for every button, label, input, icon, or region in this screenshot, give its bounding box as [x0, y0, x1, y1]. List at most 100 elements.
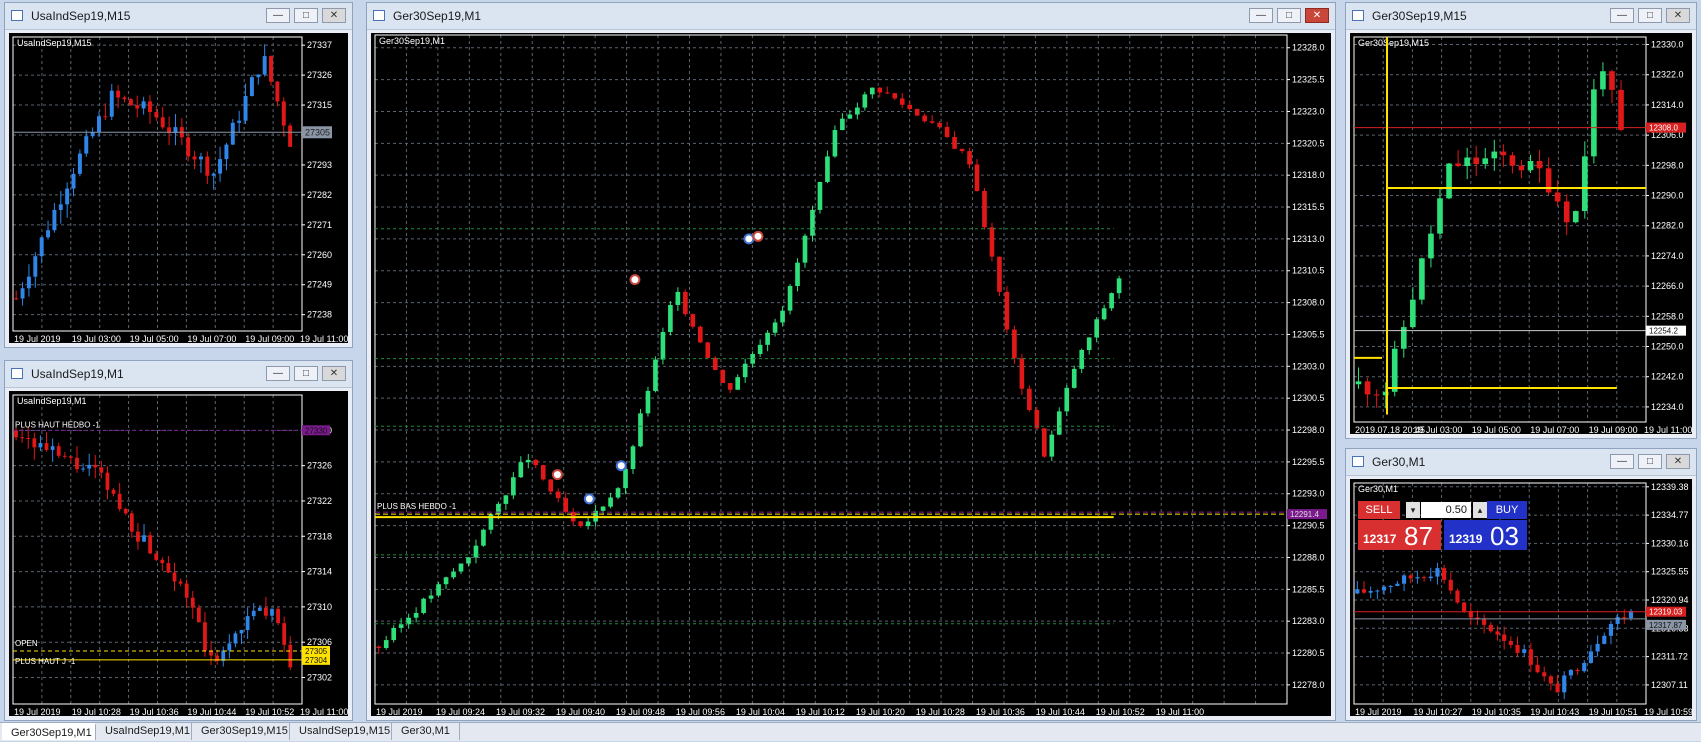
minimize-icon[interactable]: —	[1610, 454, 1634, 469]
close-icon[interactable]: ✕	[1666, 8, 1690, 23]
maximize-icon[interactable]: □	[294, 366, 318, 381]
chart-window-usaind-m1[interactable]: UsaIndSep19,M1 — □ ✕ 27330 27326 27322 2731…	[4, 360, 353, 721]
tab-usaindsep19-m15[interactable]: UsaIndSep19,M15	[290, 723, 392, 740]
candle-body	[1373, 394, 1380, 396]
candle-body	[230, 122, 235, 145]
candle-body	[1535, 664, 1540, 673]
price-chart[interactable]: 12328.0 12325.5 12323.0 12320.5 12318.0 12315…	[371, 33, 1331, 717]
maximize-icon[interactable]: □	[1638, 8, 1662, 23]
candle-body	[578, 521, 583, 527]
y-axis-tick-label: 27314	[307, 567, 332, 577]
close-icon[interactable]: ✕	[1666, 454, 1690, 469]
volume-input[interactable]: 0.50	[1421, 502, 1471, 518]
y-axis-tick-label: 27282	[307, 190, 332, 200]
candle-body	[1608, 623, 1614, 636]
candle-body	[398, 624, 404, 628]
maximize-icon[interactable]: □	[1638, 454, 1662, 469]
candle-body	[615, 488, 621, 498]
x-axis-tick-label: 19 Jul 10:44	[1036, 707, 1085, 717]
candle-body	[1428, 233, 1434, 259]
candle-body	[129, 513, 134, 532]
sell-price-box[interactable]: 12317 87	[1358, 520, 1441, 551]
candle-body	[237, 120, 242, 123]
y-axis-tick-label: 12303.0	[1292, 361, 1325, 371]
bid-price-label: 12317.87	[1649, 621, 1683, 630]
chart-window-ger30sep19-m15[interactable]: Ger30Sep19,M15 — □ ✕ 12330.0 12322.0 12314…	[1345, 2, 1697, 439]
minimize-icon[interactable]: —	[1610, 8, 1634, 23]
window-title: Ger30Sep19,M15	[1372, 9, 1467, 23]
tab-usaindsep19-m1[interactable]: UsaIndSep19,M1	[96, 723, 192, 740]
minimize-icon[interactable]: —	[266, 8, 290, 23]
candle-body	[660, 332, 666, 360]
price-chart[interactable]: 12339.38 12334.77 12330.16 12325.55 12320.94…	[1350, 479, 1693, 717]
chart-window-usaind-m15[interactable]: UsaIndSep19,M15 — □ ✕ 27337 27326 27315 273…	[4, 2, 353, 348]
close-icon[interactable]: ✕	[322, 366, 346, 381]
close-icon[interactable]: ✕	[322, 8, 346, 23]
candle-body	[937, 122, 942, 127]
window-title: Ger30Sep19,M1	[393, 9, 482, 23]
chart-symbol-label: UsaIndSep19,M15	[17, 38, 92, 48]
candle-body	[1509, 155, 1516, 166]
minimize-icon[interactable]: —	[1249, 8, 1273, 23]
price-chart[interactable]: 27330 27326 27322 27318 27314 27310 27306 27302…	[9, 391, 348, 717]
chart-window-ger30sep19-m1[interactable]: Ger30Sep19,M1 — □ ✕ 12328.0 12325.5 12323.…	[366, 2, 1336, 721]
chart-window-ger30-m1[interactable]: Ger30,M1 — □ ✕ 12339.38 12334.77 12330.16 1…	[1345, 448, 1697, 721]
tab-ger30sep19-m1[interactable]: Ger30Sep19,M1	[2, 723, 96, 740]
candle-body	[1582, 156, 1588, 212]
chart-window-icon	[1352, 10, 1364, 21]
price-chart[interactable]: 12330.0 12322.0 12314.0 12306.0 12298.0 12290…	[1350, 33, 1692, 435]
window-titlebar[interactable]: Ger30Sep19,M1 — □ ✕	[367, 3, 1335, 30]
candle-body	[1622, 617, 1627, 619]
trade-marker-icon	[629, 274, 641, 286]
candle-body	[757, 344, 763, 355]
window-title: UsaIndSep19,M1	[31, 367, 124, 381]
y-axis-tick-label: 12290.0	[1651, 191, 1684, 201]
candle-body	[1464, 157, 1470, 167]
candle-body	[97, 116, 101, 133]
price-chart[interactable]: 2733727326273152730427293272822727127260…	[9, 33, 348, 344]
candle-body	[413, 612, 419, 618]
window-titlebar[interactable]: UsaIndSep19,M15 — □ ✕	[5, 3, 352, 30]
candle-body	[87, 464, 92, 469]
candle-body	[251, 610, 256, 617]
candle-body	[111, 489, 116, 494]
tab-ger30sep19-m15[interactable]: Ger30Sep19,M15	[192, 723, 290, 740]
qty-increase-button[interactable]: ▴	[1473, 502, 1487, 518]
minimize-icon[interactable]: —	[266, 366, 290, 381]
window-titlebar[interactable]: Ger30,M1 — □ ✕	[1346, 449, 1696, 476]
maximize-icon[interactable]: □	[1277, 8, 1301, 23]
candle-body	[270, 608, 274, 616]
candle-body	[160, 117, 165, 128]
sell-button[interactable]: SELL	[1358, 501, 1400, 519]
qty-decrease-button[interactable]: ▾	[1406, 502, 1420, 518]
candle-body	[967, 151, 972, 165]
candle-body	[1495, 631, 1500, 635]
candle-body	[840, 118, 845, 131]
candle-body	[638, 413, 643, 447]
tab-ger30-m1[interactable]: Ger30,M1	[392, 723, 460, 740]
window-titlebar[interactable]: UsaIndSep19,M1 — □ ✕	[5, 361, 352, 388]
one-click-trading-panel: SELL ▾ 0.50 ▴ BUY 12317 87 12319 03	[1358, 501, 1528, 551]
y-axis-tick-label: 12285.5	[1292, 584, 1325, 594]
candle-body	[117, 493, 122, 509]
candle-body	[1422, 577, 1427, 579]
window-titlebar[interactable]: Ger30Sep19,M15 — □ ✕	[1346, 3, 1696, 30]
maximize-icon[interactable]: □	[294, 8, 318, 23]
y-axis-tick-label: 12258.0	[1651, 311, 1684, 321]
y-axis-tick-label: 27315	[307, 100, 332, 110]
candle-body	[14, 430, 18, 438]
y-axis-tick-label: 12290.5	[1292, 521, 1325, 531]
candle-body	[282, 623, 287, 645]
candle-body	[26, 276, 31, 289]
candle-body	[288, 644, 293, 668]
close-icon[interactable]: ✕	[1305, 8, 1329, 23]
buy-price-box[interactable]: 12319 03	[1444, 520, 1527, 551]
candle-body	[196, 607, 201, 623]
candle-body	[383, 640, 389, 649]
buy-button[interactable]: BUY	[1487, 501, 1527, 519]
candle-body	[697, 326, 703, 343]
level-price-label: 27305	[305, 647, 328, 656]
candle-body	[548, 479, 554, 492]
level-price-label: 12254.2	[1649, 327, 1678, 336]
candle-body	[93, 464, 98, 468]
